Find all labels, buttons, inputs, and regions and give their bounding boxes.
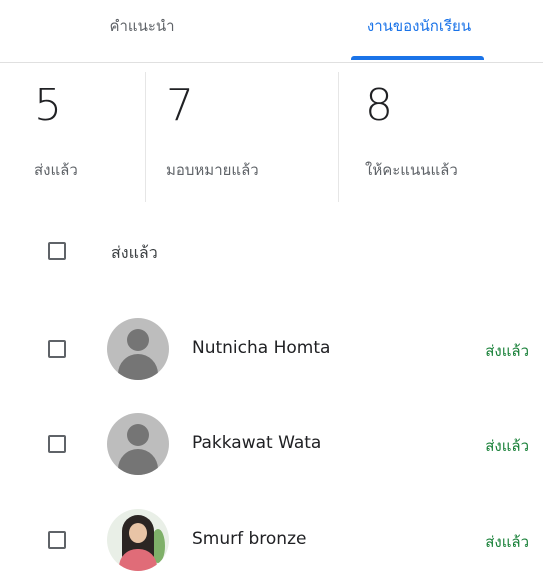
- tab-instructions[interactable]: คำแนะนำ: [62, 14, 222, 62]
- student-row[interactable]: Nutnicha Homta ส่งแล้ว: [0, 314, 543, 384]
- avatar: [107, 509, 169, 571]
- select-all-checkbox[interactable]: [48, 242, 66, 260]
- group-title: ส่งแล้ว: [111, 243, 158, 262]
- student-checkbox[interactable]: [48, 340, 66, 358]
- tab-student-work[interactable]: งานของนักเรียน: [334, 14, 504, 62]
- stat-label: ส่งแล้ว: [34, 161, 78, 179]
- student-checkbox[interactable]: [48, 435, 66, 453]
- group-header-turned-in: ส่งแล้ว: [0, 228, 543, 274]
- stat-count: 8: [365, 80, 393, 131]
- stat-assigned[interactable]: 7 มอบหมายแล้ว: [145, 72, 339, 202]
- stat-label: มอบหมายแล้ว: [166, 161, 259, 179]
- default-avatar-icon: [107, 413, 169, 475]
- stat-count: 5: [34, 80, 62, 131]
- status-badge: ส่งแล้ว: [485, 437, 529, 455]
- tab-bar: คำแนะนำ งานของนักเรียน: [0, 0, 543, 63]
- student-row[interactable]: Pakkawat Wata ส่งแล้ว: [0, 409, 543, 479]
- status-badge: ส่งแล้ว: [485, 342, 529, 360]
- stat-count: 7: [166, 80, 194, 131]
- student-name: Pakkawat Wata: [192, 433, 322, 453]
- student-name: Smurf bronze: [192, 529, 307, 549]
- stat-label: ให้คะแนนแล้ว: [365, 161, 458, 179]
- active-tab-indicator: [351, 56, 484, 60]
- stat-graded[interactable]: 8 ให้คะแนนแล้ว: [338, 72, 543, 202]
- status-badge: ส่งแล้ว: [485, 533, 529, 551]
- student-name: Nutnicha Homta: [192, 338, 331, 358]
- student-checkbox[interactable]: [48, 531, 66, 549]
- stat-turned-in[interactable]: 5 ส่งแล้ว: [0, 72, 145, 202]
- default-avatar-icon: [107, 318, 169, 380]
